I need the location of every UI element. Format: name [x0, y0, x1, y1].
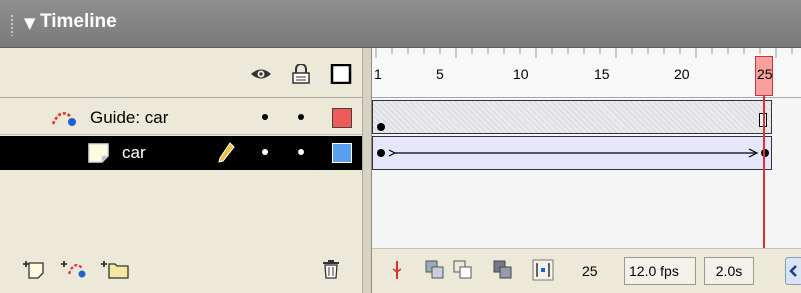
outline-color-swatch[interactable]: [332, 108, 352, 128]
playhead-line: [763, 96, 765, 256]
pencil-icon: [218, 142, 235, 163]
layer-row-car[interactable]: car: [0, 136, 362, 170]
frame-ruler[interactable]: 1 5 10 15 20 25: [372, 48, 801, 98]
ruler-label: 5: [436, 66, 444, 82]
ruler-label: 20: [674, 66, 690, 82]
add-motion-guide-icon[interactable]: [60, 258, 88, 280]
panel-divider[interactable]: [362, 48, 372, 293]
frame-row-guide-car[interactable]: [372, 100, 772, 134]
keyframe[interactable]: [377, 123, 385, 131]
delete-layer-icon[interactable]: [320, 258, 342, 280]
timeline-titlebar[interactable]: ▼ Timeline: [0, 0, 801, 48]
lock-dot[interactable]: [298, 114, 304, 120]
outline-color-swatch[interactable]: [332, 143, 352, 163]
lock-icon[interactable]: [290, 64, 312, 84]
layers-header: [0, 48, 362, 98]
timeline-status-bar: 25 12.0 fps 2.0s: [372, 248, 801, 293]
modify-onion-markers-icon[interactable]: [532, 259, 554, 281]
edit-multiple-frames-icon[interactable]: [492, 259, 514, 281]
elapsed-time-field: 2.0s: [704, 257, 754, 285]
insert-layer-icon[interactable]: [22, 258, 46, 280]
layer-row-guide-car[interactable]: Guide: car: [0, 101, 362, 135]
insert-folder-icon[interactable]: [100, 258, 130, 280]
visibility-dot[interactable]: [262, 149, 268, 155]
layers-footer: [0, 248, 362, 293]
frames-panel: 1 5 10 15 20 25 25 12.0 fps 2.0s: [372, 48, 801, 293]
layer-name[interactable]: car: [122, 143, 146, 163]
layers-panel: Guide: car car: [0, 48, 362, 293]
visibility-dot[interactable]: [262, 114, 268, 120]
chevron-left-icon: [789, 265, 797, 277]
frame-row-car[interactable]: [372, 136, 772, 170]
lock-dot[interactable]: [298, 149, 304, 155]
scroll-left-button[interactable]: [785, 257, 801, 285]
ruler-label: 1: [374, 66, 382, 82]
onion-skin-icon[interactable]: [424, 259, 446, 281]
motion-tween-arrow: [388, 148, 759, 158]
frame-rate-field[interactable]: 12.0 fps: [624, 257, 696, 285]
center-frame-icon[interactable]: [386, 259, 408, 281]
triangle-down-icon[interactable]: ▼: [24, 14, 36, 32]
ruler-ticks: [375, 48, 793, 58]
panel-title: Timeline: [40, 11, 117, 32]
layer-name[interactable]: Guide: car: [90, 108, 168, 128]
drag-grip-icon[interactable]: [10, 14, 14, 36]
onion-skin-outlines-icon[interactable]: [452, 259, 474, 281]
current-frame-field[interactable]: 25: [578, 257, 622, 285]
ruler-label: 15: [594, 66, 610, 82]
eye-icon[interactable]: [250, 64, 272, 84]
playhead-frame-label: 25: [757, 66, 773, 82]
outline-icon[interactable]: [330, 64, 352, 84]
motion-guide-icon: [51, 112, 76, 126]
layer-icon: [88, 143, 109, 163]
ruler-label: 10: [513, 66, 529, 82]
keyframe[interactable]: [377, 149, 385, 157]
